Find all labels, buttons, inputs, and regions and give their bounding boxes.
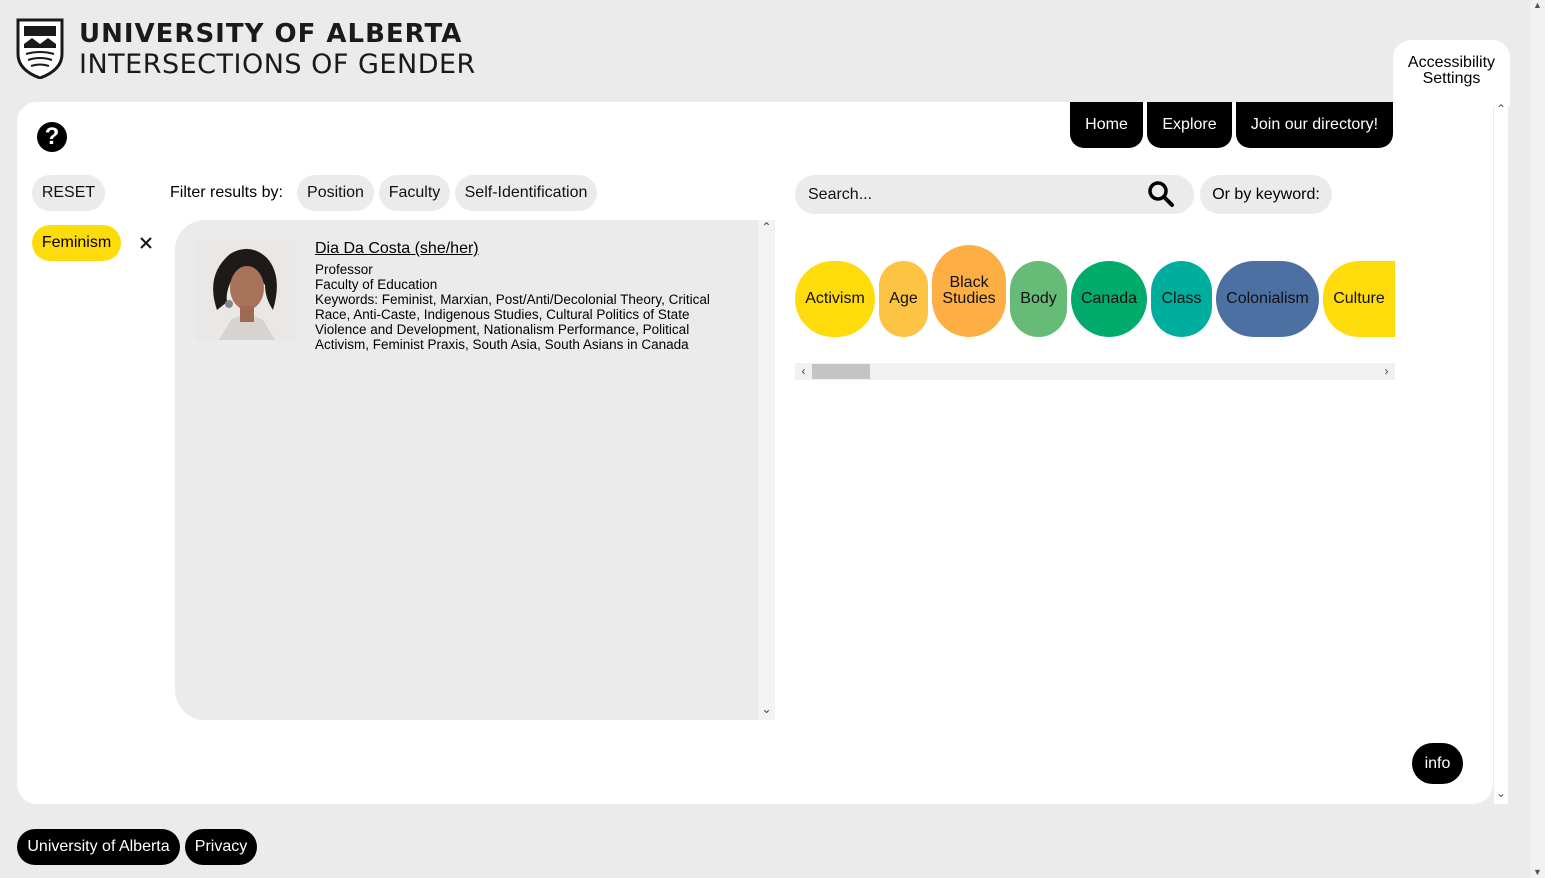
active-filter-tag[interactable]: Feminism xyxy=(32,225,121,261)
keyword-bubble-black-studies[interactable]: Black Studies xyxy=(932,245,1006,337)
filter-position-button[interactable]: Position xyxy=(297,175,374,211)
results-scrollbar[interactable]: ⌃ ⌄ xyxy=(758,220,775,720)
person-position: Professor xyxy=(315,262,373,277)
person-name-link[interactable]: Dia Da Costa (she/her) xyxy=(315,239,479,258)
scroll-up-arrow-icon[interactable]: ▲ xyxy=(1532,0,1543,11)
chevron-right-icon[interactable]: › xyxy=(1378,363,1395,380)
search-input[interactable]: Search... xyxy=(795,175,1194,214)
info-button[interactable]: info xyxy=(1412,743,1463,784)
chevron-left-icon[interactable]: ‹ xyxy=(795,363,812,380)
keyword-bubble-canada[interactable]: Canada xyxy=(1071,261,1147,337)
chevron-up-icon[interactable]: ⌃ xyxy=(758,220,775,234)
close-icon[interactable] xyxy=(137,234,155,252)
search-icon[interactable] xyxy=(1147,180,1175,208)
person-keywords: Keywords: Feminist, Marxian, Post/Anti/D… xyxy=(315,292,710,352)
page-scrollbar[interactable]: ▲ ▼ xyxy=(1530,0,1545,878)
nav-join-directory-button[interactable]: Join our directory! xyxy=(1236,102,1393,148)
scrollbar-thumb[interactable] xyxy=(812,364,870,379)
scroll-down-arrow-icon[interactable]: ▼ xyxy=(1532,867,1543,878)
chevron-up-icon[interactable]: ⌃ xyxy=(1494,102,1508,116)
help-icon[interactable]: ? xyxy=(37,122,67,152)
keyword-bubble-activism[interactable]: Activism xyxy=(795,261,875,337)
keyword-bubble-body[interactable]: Body xyxy=(1010,261,1067,337)
keyword-bubble-age[interactable]: Age xyxy=(879,261,928,337)
keyword-bubble-class[interactable]: Class xyxy=(1151,261,1212,337)
main-panel-scrollbar[interactable]: ⌃ ⌄ xyxy=(1494,102,1508,804)
filter-self-identification-button[interactable]: Self-Identification xyxy=(455,175,597,211)
footer-university-link[interactable]: University of Alberta xyxy=(17,829,180,865)
accessibility-settings-button[interactable]: Accessibility Settings xyxy=(1393,40,1510,106)
footer-privacy-link[interactable]: Privacy xyxy=(185,829,257,865)
university-crest-logo[interactable] xyxy=(16,18,64,79)
site-name: INTERSECTIONS OF GENDER xyxy=(79,49,476,80)
brand-title[interactable]: UNIVERSITY OF ALBERTA INTERSECTIONS OF G… xyxy=(79,19,476,81)
chevron-down-icon[interactable]: ⌄ xyxy=(758,702,775,716)
profile-photo xyxy=(195,240,295,340)
filter-faculty-button[interactable]: Faculty xyxy=(379,175,450,211)
university-name: UNIVERSITY OF ALBERTA xyxy=(79,19,463,49)
nav-explore-button[interactable]: Explore xyxy=(1147,102,1232,148)
reset-button[interactable]: RESET xyxy=(32,175,105,211)
keywords-scrollbar[interactable]: ‹ › xyxy=(795,363,1395,380)
keyword-label: Or by keyword: xyxy=(1200,175,1332,214)
keyword-bubble-colonialism[interactable]: Colonialism xyxy=(1216,261,1319,337)
keyword-bubble-culture[interactable]: Culture xyxy=(1323,261,1395,337)
nav-home-button[interactable]: Home xyxy=(1070,102,1143,148)
person-faculty: Faculty of Education xyxy=(315,277,438,292)
filter-by-label: Filter results by: xyxy=(170,184,283,201)
chevron-down-icon[interactable]: ⌄ xyxy=(1494,786,1508,800)
